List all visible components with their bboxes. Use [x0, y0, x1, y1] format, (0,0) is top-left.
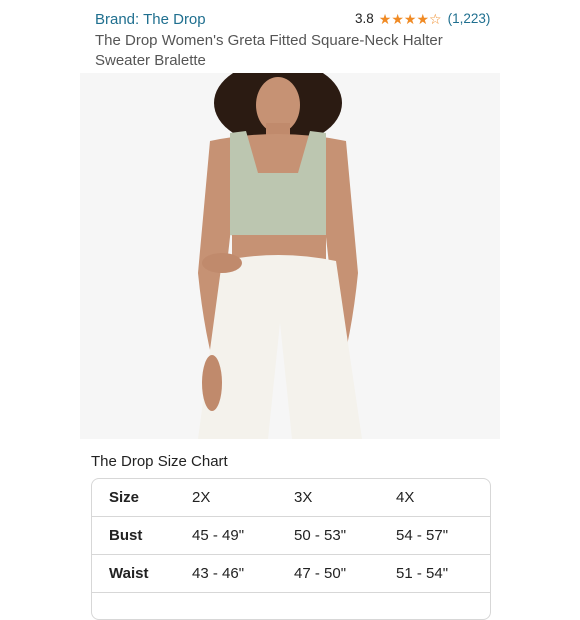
star-full-icon: ★	[391, 10, 404, 27]
size-chart-table: Size 2X 3X 4X Bust 45 - 49" 50 - 53" 54 …	[91, 478, 491, 620]
brand-link[interactable]: Brand: The Drop	[95, 11, 206, 28]
star-empty-icon: ☆	[429, 10, 442, 27]
size-row: Size 2X 3X 4X	[92, 479, 490, 517]
row-label: Size	[109, 489, 140, 506]
row-label: Waist	[109, 565, 149, 582]
star-full-icon: ★	[378, 10, 392, 27]
star-rating: ★ ★ ★ ★ ☆	[379, 12, 442, 26]
row-label: Bust	[109, 527, 143, 544]
table-cell: 54 - 57"	[396, 527, 449, 544]
bust-row: Bust 45 - 49" 50 - 53" 54 - 57"	[92, 517, 490, 555]
model-photo-illustration	[80, 73, 500, 439]
product-image[interactable]	[80, 73, 500, 439]
waist-row: Waist 43 - 46" 47 - 50" 51 - 54"	[92, 555, 490, 593]
star-full-icon: ★	[403, 10, 417, 27]
table-cell: 4X	[396, 489, 415, 506]
table-cell: 51 - 54"	[396, 565, 449, 582]
table-cell: 47 - 50"	[294, 565, 347, 582]
table-cell: 43 - 46"	[192, 565, 245, 582]
rating-count-link[interactable]: (1,223)	[448, 11, 491, 26]
table-cell: 45 - 49"	[192, 527, 245, 544]
table-cell: 2X	[192, 489, 211, 506]
table-cell: 3X	[294, 489, 313, 506]
size-chart-heading: The Drop Size Chart	[91, 453, 228, 470]
product-title: The Drop Women's Greta Fitted Square-Nec…	[95, 32, 443, 69]
rating-summary[interactable]: 3.8 ★ ★ ★ ★ ☆ (1,223)	[355, 11, 490, 26]
star-full-icon: ★	[416, 10, 430, 27]
table-cell: 50 - 53"	[294, 527, 347, 544]
rating-value: 3.8	[355, 11, 374, 26]
